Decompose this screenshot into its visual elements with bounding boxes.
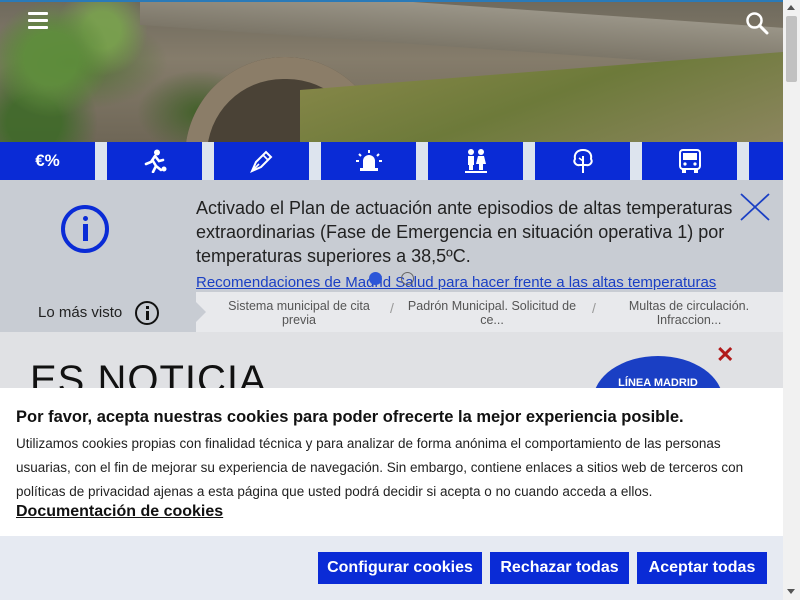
sports-running-icon (144, 149, 166, 173)
pen-nib-icon (249, 150, 272, 173)
category-economy[interactable]: €% (0, 142, 95, 180)
most-viewed-item[interactable]: Sistema municipal de cita previa (218, 299, 380, 327)
category-culture[interactable] (214, 142, 309, 180)
most-viewed-item[interactable]: Padrón Municipal. Solicitud de ce... (400, 299, 584, 327)
most-viewed-item-line1: Multas de circulación. (628, 299, 750, 313)
family-people-icon (464, 149, 487, 173)
scrollbar[interactable] (783, 0, 800, 600)
category-environment[interactable] (535, 142, 630, 180)
most-viewed-item-line2: Infraccion... (656, 313, 722, 327)
info-icon (135, 301, 159, 325)
siren-alarm-icon (355, 150, 382, 171)
most-viewed-item-line1: Padrón Municipal. Solicitud de (407, 299, 577, 313)
search-icon[interactable] (745, 11, 769, 35)
scrollbar-thumb[interactable] (786, 16, 797, 82)
separator: / (390, 300, 394, 316)
scroll-down-arrow-icon[interactable] (787, 589, 795, 594)
alert-recommendations-link[interactable]: Recomendaciones de Madrid Salud para hac… (196, 274, 716, 291)
most-viewed-label: Lo más visto (38, 304, 123, 321)
cookie-documentation-link[interactable]: Documentación de cookies (16, 503, 223, 521)
accept-all-button[interactable]: Aceptar todas (637, 552, 767, 584)
category-bar: €% (0, 142, 783, 180)
bus-icon (678, 149, 701, 173)
hamburger-menu-icon[interactable] (28, 12, 48, 30)
alert-message: Activado el Plan de actuación ante episo… (196, 198, 733, 266)
bridge-grass (300, 52, 783, 144)
carousel-dot[interactable] (401, 272, 414, 285)
most-viewed-item-line2: previa (281, 313, 317, 327)
category-sports[interactable] (107, 142, 202, 180)
cookie-title: Por favor, acepta nuestras cookies para … (16, 408, 684, 426)
most-viewed-item[interactable]: Multas de circulación. Infraccion... (610, 299, 768, 327)
separator: / (592, 300, 596, 316)
most-viewed-item-line1: Sistema municipal de cita (228, 299, 370, 313)
category-more[interactable] (749, 142, 783, 180)
configure-cookies-button[interactable]: Configurar cookies (318, 552, 482, 584)
category-social[interactable] (428, 142, 523, 180)
info-icon (61, 205, 109, 253)
reject-all-button[interactable]: Rechazar todas (490, 552, 629, 584)
most-viewed-item-line2: ce... (480, 313, 504, 327)
close-icon[interactable] (740, 193, 770, 221)
currency-percent-icon: €% (35, 151, 60, 170)
category-transport[interactable] (642, 142, 737, 180)
hero-banner-image (0, 0, 783, 144)
category-emergency[interactable] (321, 142, 416, 180)
news-close-icon[interactable]: ✕ (716, 342, 734, 368)
tree-icon (572, 148, 593, 173)
page: €% Activado el Plan de actuación ante ep… (0, 0, 783, 600)
scroll-up-arrow-icon[interactable] (787, 5, 795, 10)
cookie-body: Utilizamos cookies propias con finalidad… (16, 436, 744, 499)
carousel-dot-active[interactable] (369, 272, 382, 285)
